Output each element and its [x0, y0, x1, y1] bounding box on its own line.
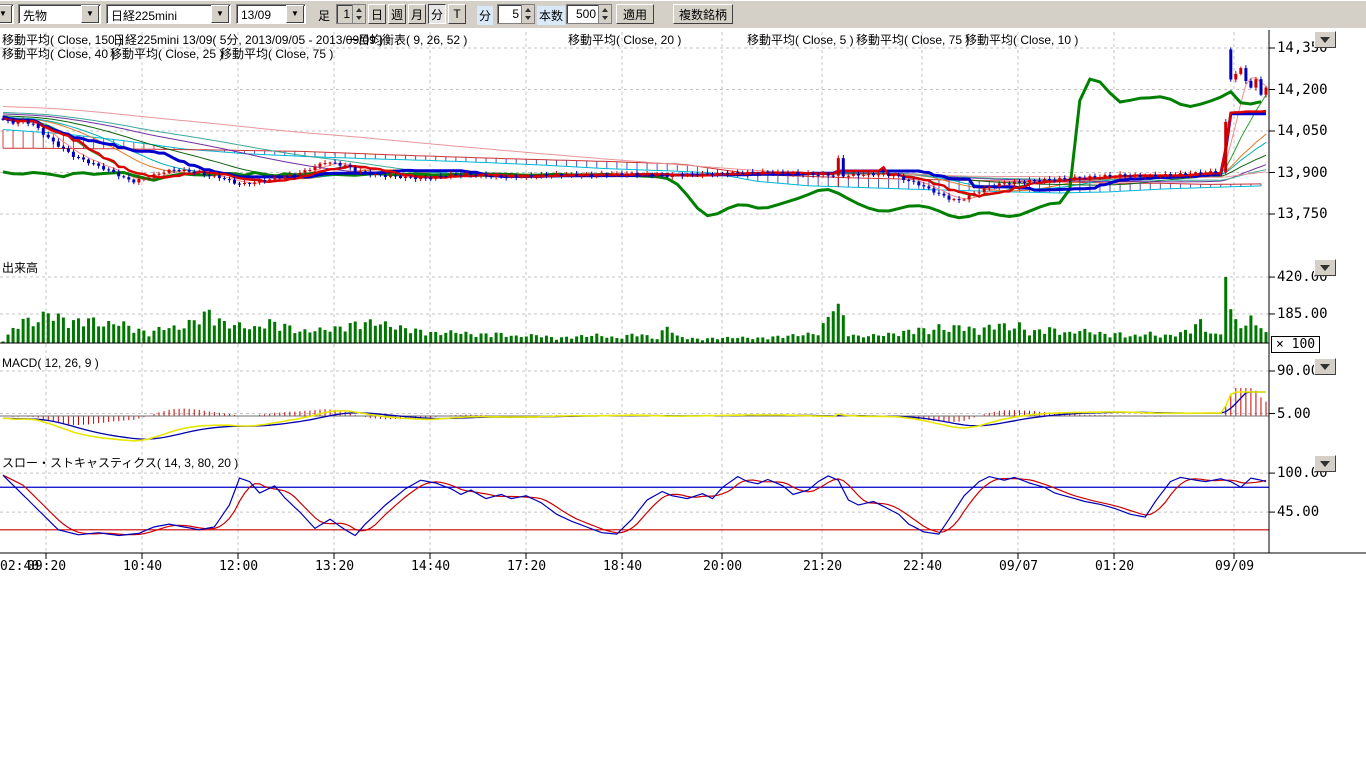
chevron-down-icon[interactable]: ▼: [81, 5, 99, 23]
symbol-value: 日経225mini: [107, 5, 210, 24]
time-axis-label: 10:40: [123, 559, 162, 574]
period-button-5[interactable]: T: [448, 4, 466, 24]
minutes-value: 5: [498, 5, 521, 23]
macd-panel-title: MACD( 12, 26, 9 ): [2, 356, 99, 370]
ashi-count-spinner[interactable]: 1: [336, 4, 366, 24]
indicator-label: 移動平均( Close, 25 ): [110, 45, 223, 62]
chevron-down-icon[interactable]: ▼: [286, 5, 304, 23]
indicator-label: 移動平均( Close, 10 ): [965, 31, 1078, 48]
indicator-label: 移動平均( Close, 20 ): [568, 31, 681, 48]
time-axis-label: 20:00: [703, 559, 742, 574]
time-axis-label: 09:20: [27, 559, 66, 574]
indicator-label: 移動平均( Close, 5 ): [747, 31, 854, 48]
instrument-type-value: 先物: [19, 5, 80, 24]
spinner-arrows-icon[interactable]: [598, 5, 611, 23]
apply-button[interactable]: 適用: [616, 4, 654, 24]
indicator-label: 一目均衡表( 9, 26, 52 ): [346, 31, 467, 48]
indicator-label: 移動平均( Close, 75 ): [856, 31, 969, 48]
time-axis-label: 09/07: [999, 559, 1038, 574]
indicator-label: 移動平均( Close, 75 ): [220, 45, 333, 62]
toolbar: ▼ 先物 ▼ 日経225mini ▼ 13/09 ▼ 足 1 分 5 本数 50…: [0, 0, 1366, 30]
stoch-axis-label: 45.00: [1277, 504, 1319, 520]
period-button-2[interactable]: 週: [388, 4, 406, 24]
period-button-3[interactable]: 月: [408, 4, 426, 24]
price-axis-label: 13,900: [1277, 165, 1328, 181]
time-axis-label: 18:40: [603, 559, 642, 574]
time-axis-label: 22:40: [903, 559, 942, 574]
spinner-arrows-icon[interactable]: [521, 5, 534, 23]
price-axis-label: 13,750: [1277, 206, 1328, 222]
collapse-macd-panel-button[interactable]: [1314, 358, 1336, 375]
bar-count-label: 本数: [537, 6, 565, 25]
time-axis-label: 14:40: [411, 559, 450, 574]
time-axis-label: 17:20: [507, 559, 546, 574]
time-axis-label: 12:00: [219, 559, 258, 574]
contract-month-combo[interactable]: 13/09 ▼: [236, 4, 306, 24]
chevron-down-icon[interactable]: ▼: [211, 5, 229, 23]
chart-application-window: ▼ 先物 ▼ 日経225mini ▼ 13/09 ▼ 足 1 分 5 本数 50…: [0, 0, 1366, 768]
time-axis-label: 21:20: [803, 559, 842, 574]
chevron-down-icon: [1320, 37, 1330, 43]
volume-panel-title: 出来高: [2, 259, 38, 276]
chevron-down-icon: [1320, 265, 1330, 271]
symbol-combo[interactable]: 日経225mini ▼: [106, 4, 231, 24]
chart-area: 移動平均( Close, 150 )日経225mini 13/09( 5分, 2…: [0, 28, 1366, 768]
price-axis-label: 14,050: [1277, 123, 1328, 139]
period-button-4[interactable]: 分: [428, 4, 446, 24]
chevron-down-icon: [1320, 461, 1330, 467]
minutes-label: 分: [477, 6, 493, 25]
ashi-label: 足: [318, 7, 330, 24]
bar-count-value: 500: [567, 5, 598, 23]
volume-axis-label: 185.00: [1277, 306, 1328, 322]
period-button-1[interactable]: 日: [368, 4, 386, 24]
time-axis-label: 13:20: [315, 559, 354, 574]
bar-count-spinner[interactable]: 500: [566, 4, 612, 24]
time-axis-label: 01:20: [1095, 559, 1134, 574]
chart-plot: [0, 28, 1366, 588]
time-axis-label: 09/09: [1215, 559, 1254, 574]
chevron-down-icon[interactable]: ▼: [0, 5, 12, 23]
minutes-spinner[interactable]: 5: [497, 4, 535, 24]
multi-symbol-button[interactable]: 複数銘柄: [673, 4, 733, 24]
ashi-count-value: 1: [337, 5, 352, 23]
indicator-label: 移動平均( Close, 40 ): [2, 45, 115, 62]
chevron-down-icon: [1320, 364, 1330, 370]
price-axis-label: 14,200: [1277, 82, 1328, 98]
instrument-type-combo[interactable]: 先物 ▼: [18, 4, 101, 24]
macd-axis-label: 5.00: [1277, 406, 1311, 422]
collapse-volume-panel-button[interactable]: [1314, 259, 1336, 276]
volume-multiplier-box: × 100: [1271, 336, 1320, 353]
collapse-main-panel-button[interactable]: [1314, 31, 1336, 48]
spinner-arrows-icon[interactable]: [352, 5, 365, 23]
contract-month-value: 13/09: [237, 6, 285, 22]
macd-axis-label: 90.00: [1277, 363, 1319, 379]
left-edge-combo[interactable]: ▼: [0, 4, 14, 24]
collapse-stochastics-panel-button[interactable]: [1314, 455, 1336, 472]
stochastics-panel-title: スロー・ストキャスティクス( 14, 3, 80, 20 ): [2, 454, 238, 471]
